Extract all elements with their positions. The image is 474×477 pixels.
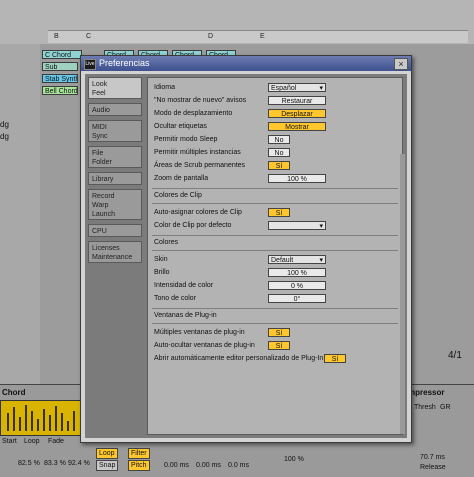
auto-asignar-label: Auto-asignar colores de Clip bbox=[154, 209, 242, 216]
release-label: Release bbox=[420, 464, 446, 471]
section-colores-clip: Colores de Clip bbox=[154, 192, 202, 199]
dialog-titlebar[interactable]: Live Preferencias × bbox=[81, 56, 411, 71]
preferences-dialog: Live Preferencias × Look Feel Audio MIDI… bbox=[80, 55, 412, 443]
volume-percent[interactable]: 100 % bbox=[284, 456, 304, 463]
brillo-field[interactable]: 100 % bbox=[268, 268, 326, 277]
auto-asignar-toggle[interactable]: Sí bbox=[268, 208, 290, 217]
abrir-editor-toggle[interactable]: Sí bbox=[324, 354, 346, 363]
timeline-ruler[interactable]: B C D E bbox=[48, 30, 468, 43]
tab-file-folder[interactable]: File Folder bbox=[88, 146, 142, 168]
ruler-mark: B bbox=[54, 33, 59, 40]
release-value[interactable]: 70.7 ms bbox=[420, 454, 445, 461]
tab-look-feel[interactable]: Look Feel bbox=[88, 77, 142, 99]
dialog-title: Preferencias bbox=[99, 58, 150, 68]
divider bbox=[152, 308, 398, 309]
skin-dropdown[interactable]: Default bbox=[268, 255, 326, 264]
divider bbox=[152, 188, 398, 189]
divider bbox=[152, 250, 398, 251]
intensidad-label: Intensidad de color bbox=[154, 282, 214, 289]
panel-scrollbar[interactable] bbox=[400, 154, 405, 434]
modo-sleep-label: Permitir modo Sleep bbox=[154, 136, 218, 143]
skin-label: Skin bbox=[154, 256, 168, 263]
tono-label: Tono de color bbox=[154, 295, 197, 302]
left-label: dg bbox=[0, 132, 9, 141]
zoom-label: Zoom de pantalla bbox=[154, 175, 209, 182]
tab-licenses-maintenance[interactable]: Licenses Maintenance bbox=[88, 241, 142, 263]
live-app-icon: Live bbox=[84, 59, 96, 70]
loop-button[interactable]: Loop bbox=[96, 448, 118, 459]
multiples-ventanas-label: Múltiples ventanas de plug-in bbox=[154, 329, 245, 336]
intensidad-field[interactable]: 0 % bbox=[268, 281, 326, 290]
ocultar-etiquetas-label: Ocultar etiquetas bbox=[154, 123, 207, 130]
fade-label: Fade bbox=[48, 438, 64, 445]
pitch-button[interactable]: Pitch bbox=[128, 460, 150, 471]
idioma-label: Idioma bbox=[154, 84, 176, 91]
abrir-editor-label: Abrir automáticamente editor personaliza… bbox=[154, 355, 324, 362]
modo-desplazamiento-label: Modo de desplazamiento bbox=[154, 110, 233, 117]
auto-ocultar-toggle[interactable]: Sí bbox=[268, 341, 290, 350]
sample-waveform[interactable] bbox=[0, 400, 82, 436]
restaurar-button[interactable]: Restaurar bbox=[268, 96, 326, 105]
no-mostrar-label: "No mostrar de nuevo" avisos bbox=[154, 97, 247, 104]
clip[interactable]: Stab Synth bbox=[42, 74, 78, 83]
filter-button[interactable]: Filter bbox=[128, 448, 150, 459]
tab-audio[interactable]: Audio bbox=[88, 103, 142, 116]
modo-sleep-toggle[interactable]: No bbox=[268, 135, 290, 144]
look-feel-panel: Idioma Español "No mostrar de nuevo" avi… bbox=[147, 77, 403, 435]
fade-value[interactable]: 92.4 % bbox=[68, 460, 90, 467]
ruler-mark: C bbox=[86, 33, 92, 40]
multiples-instancias-label: Permitir múltiples instancias bbox=[154, 149, 241, 156]
left-panel: dg dg bbox=[0, 44, 40, 384]
page-indicator: 4/1 bbox=[448, 350, 462, 361]
clip[interactable]: Bell Chord bbox=[42, 86, 78, 95]
clip[interactable]: Sub bbox=[42, 62, 78, 71]
tab-record-warp-launch[interactable]: Record Warp Launch bbox=[88, 189, 142, 220]
tab-midi-sync[interactable]: MIDI Sync bbox=[88, 120, 142, 142]
time-readout[interactable]: 0.00 ms bbox=[164, 462, 189, 469]
color-clip-label: Color de Clip por defecto bbox=[154, 222, 232, 229]
divider bbox=[152, 323, 398, 324]
device-title: mpressor bbox=[408, 388, 445, 397]
close-button[interactable]: × bbox=[394, 58, 408, 70]
brillo-label: Brillo bbox=[154, 269, 170, 276]
color-clip-dropdown[interactable] bbox=[268, 221, 326, 230]
desplazar-toggle[interactable]: Desplazar bbox=[268, 109, 326, 118]
loop-label: Loop bbox=[24, 438, 40, 445]
areas-scrub-label: Áreas de Scrub permanentes bbox=[154, 162, 246, 169]
divider bbox=[152, 235, 398, 236]
section-colores: Colores bbox=[154, 239, 179, 246]
divider bbox=[152, 203, 398, 204]
tono-field[interactable]: 0° bbox=[268, 294, 326, 303]
areas-scrub-toggle[interactable]: Sí bbox=[268, 161, 290, 170]
multiples-ventanas-toggle[interactable]: Sí bbox=[268, 328, 290, 337]
idioma-dropdown[interactable]: Español bbox=[268, 83, 326, 92]
ruler-mark: D bbox=[208, 33, 214, 40]
gr-label: GR bbox=[440, 404, 451, 411]
clip[interactable]: C Chord bbox=[42, 50, 82, 59]
snap-button[interactable]: Snap bbox=[96, 460, 119, 471]
start-label: Start bbox=[2, 438, 17, 445]
zoom-field[interactable]: 100 % bbox=[268, 174, 326, 183]
start-value[interactable]: 82.5 % bbox=[18, 460, 40, 467]
time-readout[interactable]: 0.0 ms bbox=[228, 462, 249, 469]
device-title: Chord bbox=[2, 388, 26, 397]
thresh-label: Thresh bbox=[414, 404, 436, 411]
dialog-body: Look Feel Audio MIDI Sync File Folder Li… bbox=[85, 74, 407, 438]
section-ventanas: Ventanas de Plug-in bbox=[154, 312, 217, 319]
left-label: dg bbox=[0, 120, 9, 129]
auto-ocultar-label: Auto-ocultar ventanas de plug-in bbox=[154, 342, 255, 349]
multiples-instancias-toggle[interactable]: No bbox=[268, 148, 290, 157]
time-readout[interactable]: 0.00 ms bbox=[196, 462, 221, 469]
loop-value[interactable]: 83.3 % bbox=[44, 460, 66, 467]
tab-cpu[interactable]: CPU bbox=[88, 224, 142, 237]
ruler-mark: E bbox=[260, 33, 265, 40]
mostrar-toggle[interactable]: Mostrar bbox=[268, 122, 326, 131]
tab-library[interactable]: Library bbox=[88, 172, 142, 185]
